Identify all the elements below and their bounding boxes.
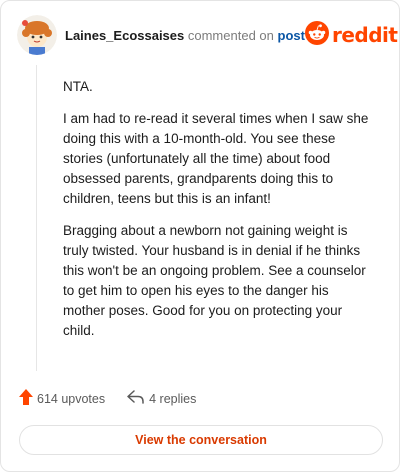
upvote-arrow-icon [19, 389, 33, 408]
replies-count: 4 replies [149, 391, 197, 406]
view-conversation-button[interactable]: View the conversation [19, 425, 383, 455]
comment-paragraph: NTA. [63, 79, 93, 94]
comment-paragraph: I am had to re-read it several times whe… [63, 111, 369, 206]
reddit-logo[interactable]: reddit [304, 20, 398, 50]
comment-body: NTA. I am had to re-read it several time… [63, 77, 373, 353]
username-link[interactable]: Laines_Ecossaises [65, 28, 184, 43]
action-text: commented on [187, 27, 274, 43]
comment-footer: 614 upvotes 4 replies [19, 389, 196, 408]
reply-arrow-icon [127, 390, 145, 407]
reddit-logo-icon [304, 20, 329, 50]
upvotes-count: 614 upvotes [37, 391, 106, 406]
comment-meta: Laines_Ecossaises commented on post [65, 28, 305, 43]
comment-header: Laines_Ecossaises commented on post redd… [17, 15, 398, 55]
replies[interactable]: 4 replies [127, 390, 196, 407]
comment-paragraph: Bragging about a newborn not gaining wei… [63, 223, 366, 338]
reddit-wordmark: reddit [331, 23, 398, 47]
thread-line [36, 65, 37, 371]
avatar[interactable] [17, 15, 57, 55]
post-link[interactable]: post [278, 28, 305, 43]
upvotes[interactable]: 614 upvotes [19, 389, 105, 408]
comment-card: Laines_Ecossaises commented on post redd… [0, 0, 400, 472]
